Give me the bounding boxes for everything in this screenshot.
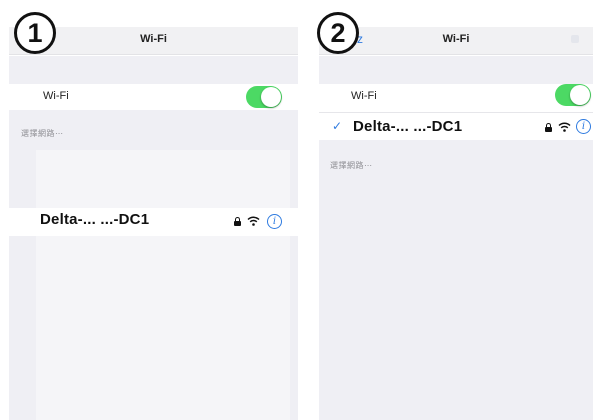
choose-network-label: 選擇網路⋯ (330, 161, 373, 170)
wifi-toggle[interactable] (246, 86, 282, 108)
lock-icon (545, 123, 552, 132)
lock-icon (234, 217, 241, 226)
nav-right-marker (571, 35, 579, 43)
nav-bar: z Wi-Fi (319, 27, 593, 55)
wifi-label: Wi-Fi (43, 90, 69, 102)
wifi-toggle-row: Wi-Fi (9, 84, 298, 110)
network-list-backdrop (319, 178, 593, 420)
check-icon: ✓ (332, 119, 343, 133)
section-header: 選擇網路⋯ (319, 140, 593, 178)
step-badge-2: 2 (317, 12, 359, 54)
wifi-toggle[interactable] (555, 84, 591, 106)
wifi-icon (558, 122, 571, 132)
nav-title: Wi-Fi (442, 33, 470, 45)
section-gap (9, 56, 298, 84)
step-badge-1: 1 (14, 12, 56, 54)
step-2-panel: 2 z Wi-Fi Wi-Fi ✓ Delta-... ...-DC1 i 選擇… (310, 0, 593, 420)
network-name: Delta-... ...-DC1 (40, 211, 150, 228)
section-header: 選擇網路⋯ (9, 110, 298, 150)
info-icon[interactable]: i (576, 119, 591, 134)
section-gap (319, 56, 593, 84)
wifi-toggle-row: Wi-Fi (319, 84, 593, 110)
wifi-label: Wi-Fi (351, 90, 377, 102)
network-row[interactable]: Delta-... ...-DC1 i (9, 208, 298, 236)
connected-network-row[interactable]: ✓ Delta-... ...-DC1 i (319, 112, 593, 140)
toggle-knob (261, 87, 281, 107)
toggle-knob (570, 85, 590, 105)
step-1-panel: 1 Wi-Fi Wi-Fi 選擇網路⋯ Delta-... ...-DC1 i (0, 0, 298, 420)
info-icon[interactable]: i (267, 214, 282, 229)
network-list-lower-area (36, 236, 290, 420)
network-list-blurred-area (36, 150, 290, 208)
wifi-icon (247, 216, 260, 226)
connected-network-name: Delta-... ...-DC1 (353, 118, 463, 135)
choose-network-label: 選擇網路⋯ (21, 129, 64, 138)
